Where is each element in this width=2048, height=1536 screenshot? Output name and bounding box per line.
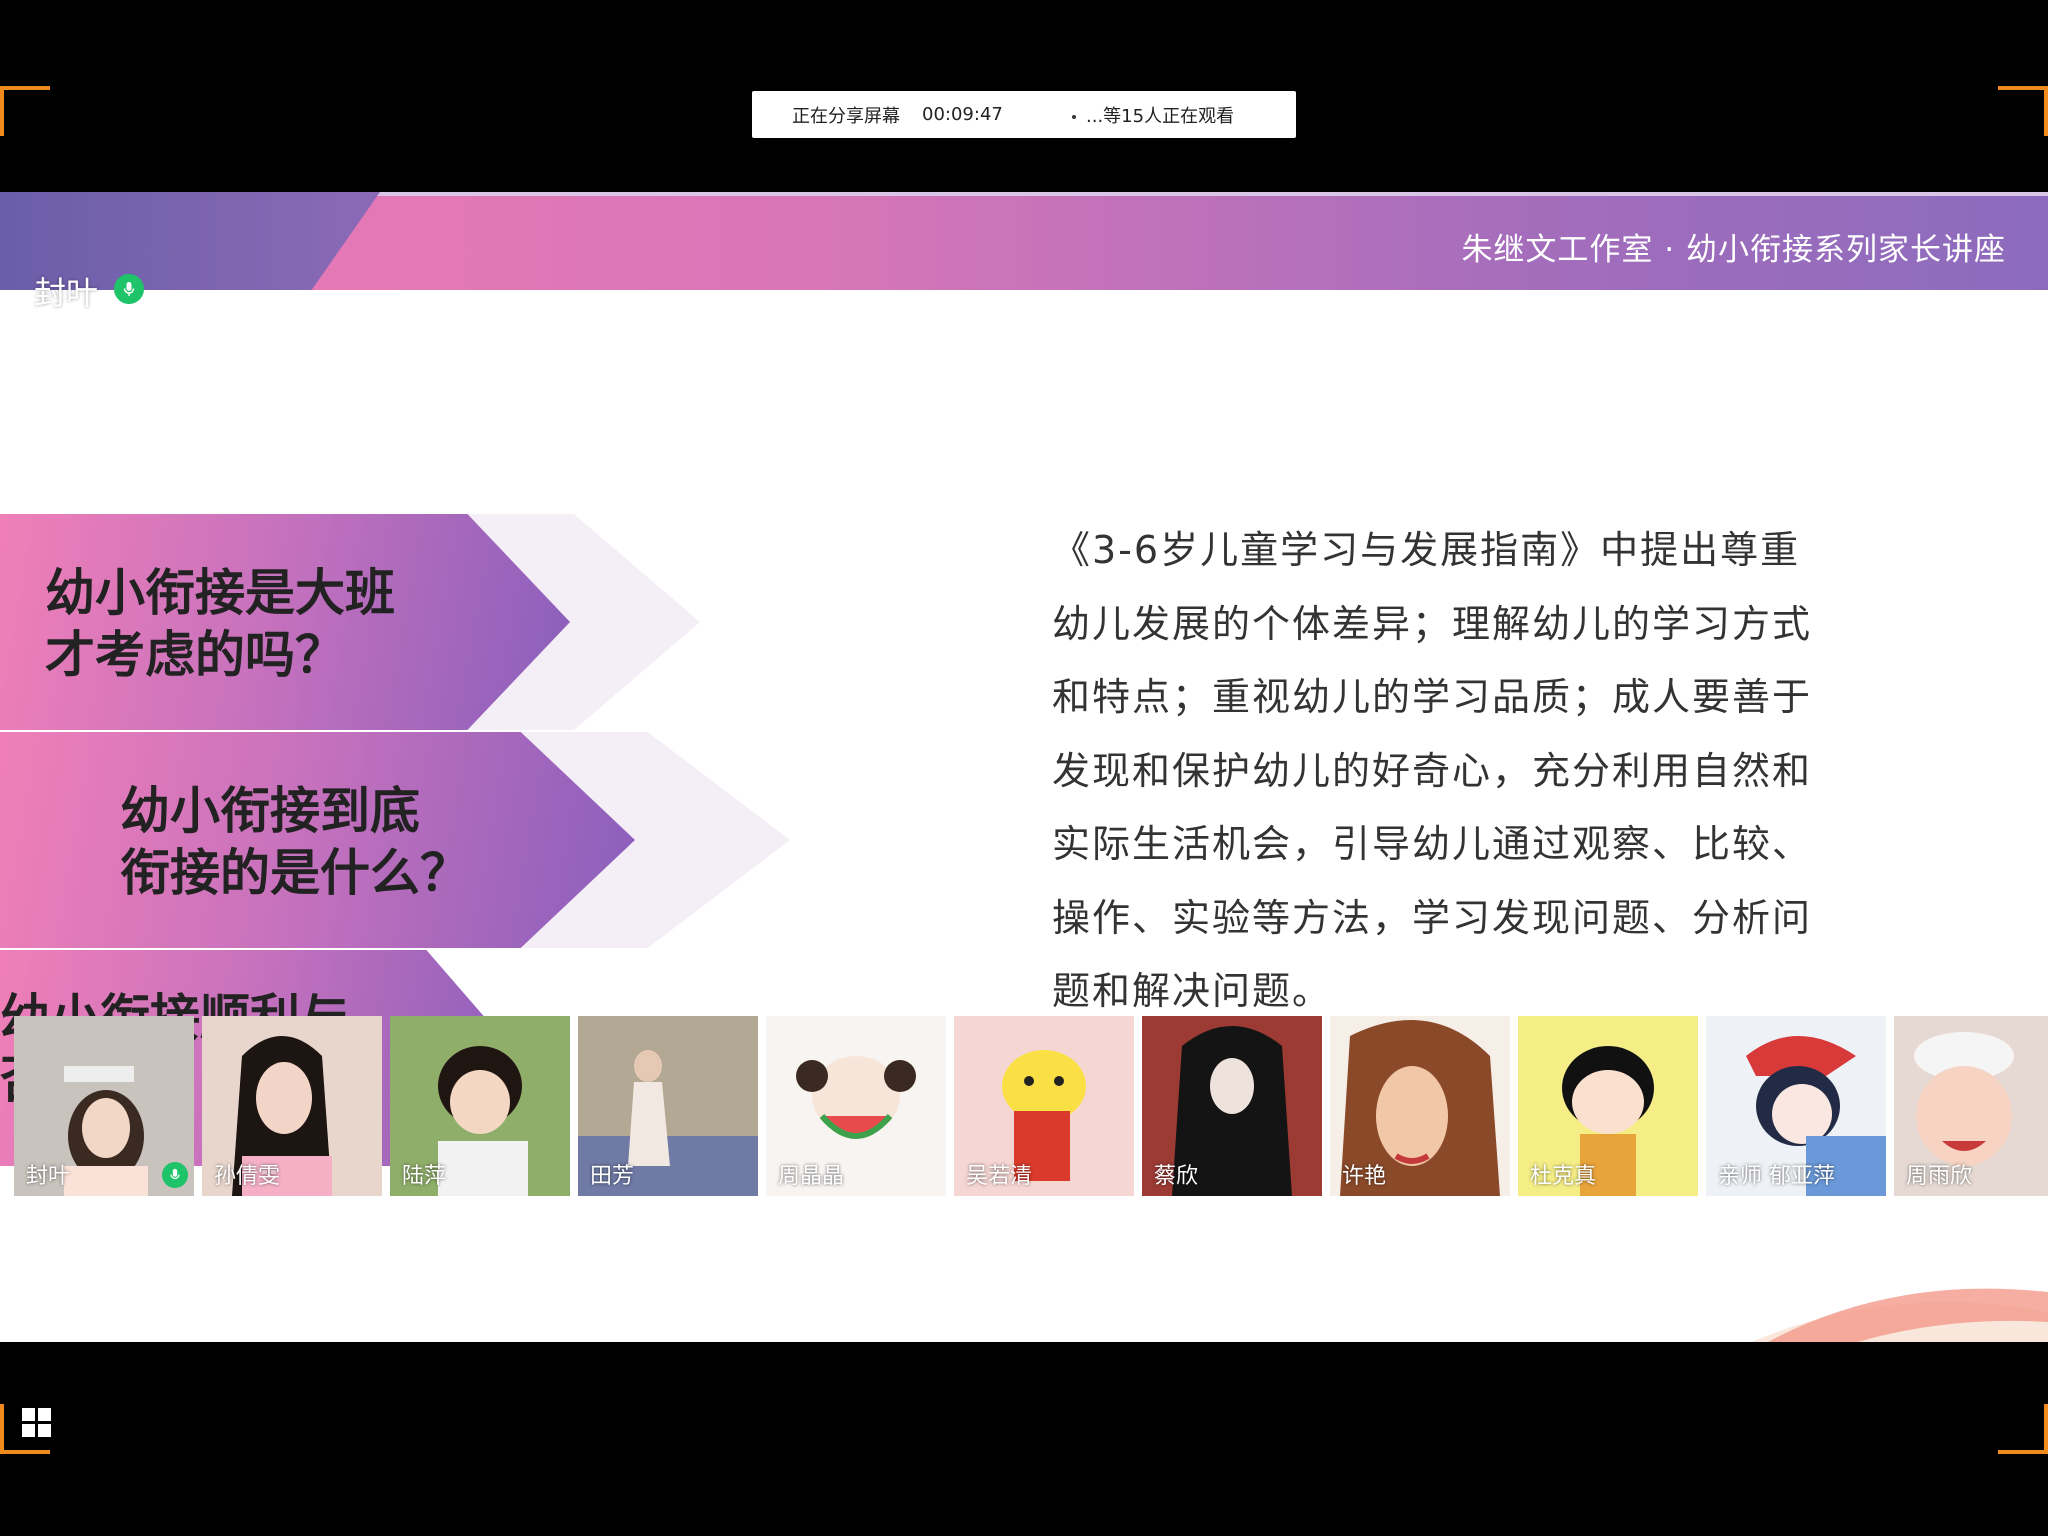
participant-tile[interactable]: 许艳 <box>1330 1016 1510 1196</box>
participant-name: 亲师 郁亚萍 <box>1718 1164 1835 1189</box>
participant-tile[interactable]: 封叶 <box>14 1016 194 1196</box>
participant-tile[interactable]: 周晶晶 <box>766 1016 946 1196</box>
share-status-text: 正在分享屏幕 <box>792 105 900 127</box>
windows-start-icon[interactable] <box>22 1408 52 1438</box>
participant-tile[interactable]: 田芳 <box>578 1016 758 1196</box>
frame-corner-top-left <box>0 86 50 136</box>
question-1-text: 幼小衔接是大班 才考虑的吗？ <box>45 564 395 684</box>
participant-tile[interactable]: 吴若清 <box>954 1016 1134 1196</box>
screen-share-status-bar[interactable]: 正在分享屏幕 00:09:47 ...等15人正在观看 <box>752 91 1296 138</box>
participant-name: 田芳 <box>590 1164 635 1189</box>
participant-tile[interactable]: 陆萍 <box>390 1016 570 1196</box>
participant-name: 杜克真 <box>1530 1164 1597 1189</box>
participant-strip: 封叶 孙倩雯 陆萍 田芳 周晶晶 吴若清 蔡欣 许艳 杜克真 亲师 郁亚萍 周雨… <box>14 1016 2048 1196</box>
slide-header-title: 朱继文工作室 · 幼小衔接系列家长讲座 <box>1461 232 2006 268</box>
participant-name: 孙倩雯 <box>214 1164 281 1189</box>
participant-tile[interactable]: 孙倩雯 <box>202 1016 382 1196</box>
presenter-name: 封叶 <box>34 274 99 312</box>
presenter-mic-icon <box>114 274 144 304</box>
frame-corner-top-right <box>1998 86 2048 136</box>
participant-name: 周雨欣 <box>1906 1164 1973 1189</box>
viewer-count[interactable]: ...等15人正在观看 <box>1072 102 1234 128</box>
share-timer: 00:09:47 <box>922 104 1003 125</box>
participant-name: 吴若清 <box>966 1164 1033 1189</box>
participant-tile[interactable]: 杜克真 <box>1518 1016 1698 1196</box>
participant-name: 蔡欣 <box>1154 1164 1199 1189</box>
participant-name: 封叶 <box>26 1164 71 1189</box>
participant-tile[interactable]: 周雨欣 <box>1894 1016 2048 1196</box>
participant-name: 周晶晶 <box>778 1164 845 1189</box>
participant-tile[interactable]: 亲师 郁亚萍 <box>1706 1016 1886 1196</box>
slide-header-banner: 朱继文工作室 · 幼小衔接系列家长讲座 <box>0 192 2048 290</box>
participant-tile[interactable]: 蔡欣 <box>1142 1016 1322 1196</box>
participant-name: 陆萍 <box>402 1164 447 1189</box>
frame-corner-bottom-right <box>1998 1404 2048 1454</box>
mic-icon <box>162 1162 188 1188</box>
participant-name: 许艳 <box>1342 1164 1387 1189</box>
dot-icon <box>1072 114 1076 119</box>
question-2-text: 幼小衔接到底 衔接的是什么？ <box>120 782 470 902</box>
